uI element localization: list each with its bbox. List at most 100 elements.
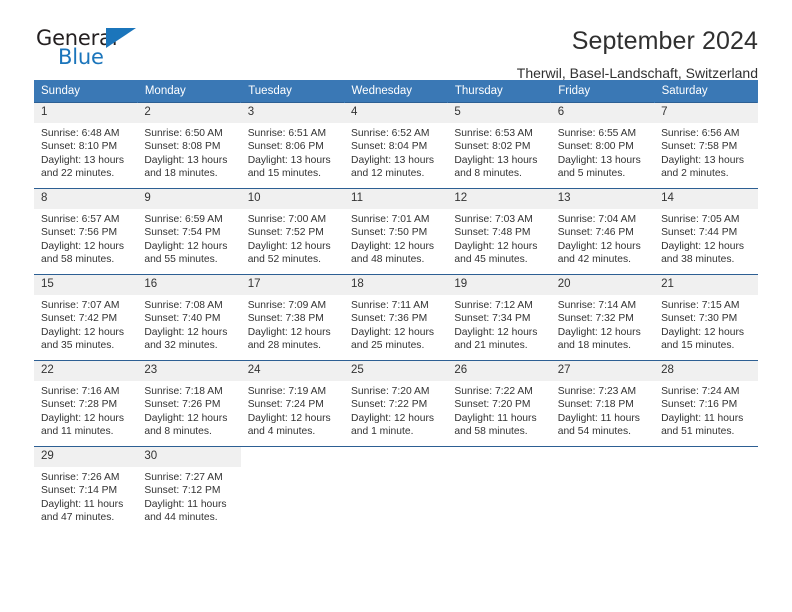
calendar-day-cell[interactable]: 11 Sunrise: 7:01 AM Sunset: 7:50 PM Dayligh… [344, 188, 448, 275]
calendar-day-cell[interactable]: 7 Sunrise: 6:56 AM Sunset: 7:58 PM Daylight… [654, 102, 758, 189]
sunset-text: Sunset: 7:52 PM [247, 227, 324, 239]
sunset-text: Sunset: 7:58 PM [661, 141, 738, 153]
calendar-day-cell-empty [240, 446, 345, 532]
daylight-text: Daylight: 12 hours and 58 minutes. [41, 240, 124, 266]
calendar-day-cell[interactable]: 14 Sunrise: 7:05 AM Sunset: 7:44 PM Dayligh… [654, 188, 758, 275]
calendar-day-cell[interactable]: 12 Sunrise: 7:03 AM Sunset: 7:48 PM Dayligh… [447, 188, 551, 275]
calendar-day-cell[interactable]: 5 Sunrise: 6:53 AM Sunset: 8:02 PM Daylight… [447, 102, 551, 189]
calendar-day-cell[interactable]: 1 Sunrise: 6:48 AM Sunset: 8:10 PM Daylight… [34, 102, 138, 189]
day-number: 4 [344, 103, 448, 123]
calendar-day-cell-empty [654, 446, 758, 532]
calendar-day-cell[interactable]: 18 Sunrise: 7:11 AM Sunset: 7:36 PM Dayligh… [344, 274, 448, 361]
calendar-day-cell[interactable]: 26 Sunrise: 7:22 AM Sunset: 7:20 PM Dayligh… [447, 360, 551, 447]
sunrise-text: Sunrise: 6:50 AM [144, 128, 223, 139]
calendar-day-cell[interactable]: 3 Sunrise: 6:51 AM Sunset: 8:06 PM Daylight… [240, 102, 345, 189]
day-cell-inner: 8 Sunrise: 6:57 AM Sunset: 7:56 PM Daylight… [34, 189, 138, 274]
day-number: 6 [550, 103, 655, 123]
sunset-text: Sunset: 7:38 PM [247, 313, 324, 325]
day-details: Sunrise: 6:53 AM Sunset: 8:02 PM Daylight:… [447, 123, 550, 181]
calendar-day-cell[interactable]: 17 Sunrise: 7:09 AM Sunset: 7:38 PM Dayligh… [240, 274, 345, 361]
calendar-day-cell[interactable]: 4 Sunrise: 6:52 AM Sunset: 8:04 PM Daylight… [344, 102, 448, 189]
day-number [654, 447, 757, 467]
day-cell-inner: 15 Sunrise: 7:07 AM Sunset: 7:42 PM Dayligh… [34, 275, 138, 360]
calendar-day-cell[interactable]: 8 Sunrise: 6:57 AM Sunset: 7:56 PM Daylight… [34, 188, 138, 275]
calendar-day-cell[interactable]: 24 Sunrise: 7:19 AM Sunset: 7:24 PM Dayligh… [240, 360, 345, 447]
sunset-text: Sunset: 8:06 PM [247, 141, 324, 153]
daylight-text: Daylight: 12 hours and 8 minutes. [144, 412, 228, 438]
sunrise-text: Sunrise: 6:48 AM [41, 128, 120, 139]
day-details: Sunrise: 7:07 AM Sunset: 7:42 PM Daylight:… [34, 295, 137, 353]
calendar-day-cell-empty [447, 446, 551, 532]
triangle-icon [106, 28, 136, 48]
day-cell-inner: 2 Sunrise: 6:50 AM Sunset: 8:08 PM Daylight… [137, 103, 241, 188]
calendar-day-cell[interactable]: 19 Sunrise: 7:12 AM Sunset: 7:34 PM Dayligh… [447, 274, 551, 361]
day-details: Sunrise: 7:01 AM Sunset: 7:50 PM Daylight:… [344, 209, 447, 267]
calendar-day-cell[interactable]: 13 Sunrise: 7:04 AM Sunset: 7:46 PM Dayligh… [550, 188, 655, 275]
calendar-day-cell[interactable]: 30 Sunrise: 7:27 AM Sunset: 7:12 PM Dayligh… [137, 446, 241, 532]
sunrise-text: Sunrise: 7:14 AM [557, 300, 637, 311]
sunset-text: Sunset: 7:50 PM [351, 227, 428, 239]
sunset-text: Sunset: 8:02 PM [454, 141, 531, 153]
calendar-day-cell[interactable]: 15 Sunrise: 7:07 AM Sunset: 7:42 PM Dayligh… [34, 274, 138, 361]
sunrise-text: Sunrise: 7:24 AM [661, 386, 740, 397]
day-cell-inner: 1 Sunrise: 6:48 AM Sunset: 8:10 PM Daylight… [34, 103, 138, 188]
day-number: 29 [34, 447, 138, 467]
day-cell-inner: 6 Sunrise: 6:55 AM Sunset: 8:00 PM Daylight… [550, 103, 655, 188]
day-number: 13 [550, 189, 655, 209]
day-cell-inner: 28 Sunrise: 7:24 AM Sunset: 7:16 PM Dayligh… [654, 361, 758, 446]
day-number: 2 [137, 103, 241, 123]
day-details: Sunrise: 6:59 AM Sunset: 7:54 PM Daylight:… [137, 209, 240, 267]
day-number: 20 [550, 275, 655, 295]
calendar-page: General Blue September 2024 Therwil, Bas… [0, 0, 792, 612]
calendar-day-cell[interactable]: 23 Sunrise: 7:18 AM Sunset: 7:26 PM Dayligh… [137, 360, 241, 447]
sunrise-text: Sunrise: 7:11 AM [351, 300, 429, 311]
calendar-day-cell[interactable]: 21 Sunrise: 7:15 AM Sunset: 7:30 PM Dayligh… [654, 274, 758, 361]
daylight-text: Daylight: 12 hours and 38 minutes. [661, 240, 745, 266]
sunset-text: Sunset: 8:04 PM [351, 141, 428, 153]
sunset-text: Sunset: 8:08 PM [144, 141, 221, 153]
sunset-text: Sunset: 7:16 PM [661, 399, 738, 411]
page-title: September 2024 [571, 27, 758, 55]
sunset-text: Sunset: 7:42 PM [41, 313, 118, 325]
calendar-day-cell[interactable]: 2 Sunrise: 6:50 AM Sunset: 8:08 PM Daylight… [137, 102, 241, 189]
sunset-text: Sunset: 7:56 PM [41, 227, 118, 239]
day-cell-inner: 11 Sunrise: 7:01 AM Sunset: 7:50 PM Dayligh… [344, 189, 448, 274]
daylight-text: Daylight: 12 hours and 35 minutes. [41, 326, 124, 352]
brand-logo[interactable]: General Blue [36, 26, 146, 74]
calendar-day-cell[interactable]: 6 Sunrise: 6:55 AM Sunset: 8:00 PM Daylight… [550, 102, 655, 189]
calendar-day-cell[interactable]: 29 Sunrise: 7:26 AM Sunset: 7:14 PM Dayligh… [34, 446, 138, 532]
calendar-day-cell[interactable]: 16 Sunrise: 7:08 AM Sunset: 7:40 PM Dayligh… [137, 274, 241, 361]
daylight-text: Daylight: 12 hours and 32 minutes. [144, 326, 228, 352]
calendar-day-cell[interactable]: 20 Sunrise: 7:14 AM Sunset: 7:32 PM Dayligh… [550, 274, 655, 361]
calendar-day-cell[interactable]: 27 Sunrise: 7:23 AM Sunset: 7:18 PM Dayligh… [550, 360, 655, 447]
day-cell-inner: 12 Sunrise: 7:03 AM Sunset: 7:48 PM Dayligh… [447, 189, 551, 274]
day-number: 22 [34, 361, 138, 381]
sunrise-text: Sunrise: 7:27 AM [144, 472, 223, 483]
day-cell-inner: 30 Sunrise: 7:27 AM Sunset: 7:12 PM Dayligh… [137, 447, 241, 532]
day-cell-inner: 3 Sunrise: 6:51 AM Sunset: 8:06 PM Daylight… [240, 103, 345, 188]
calendar-day-cell[interactable]: 9 Sunrise: 6:59 AM Sunset: 7:54 PM Daylight… [137, 188, 241, 275]
calendar-day-cell[interactable]: 22 Sunrise: 7:16 AM Sunset: 7:28 PM Dayligh… [34, 360, 138, 447]
day-number: 26 [447, 361, 551, 381]
brand-name-blue: Blue [58, 45, 104, 69]
day-number: 19 [447, 275, 551, 295]
sunset-text: Sunset: 7:26 PM [144, 399, 221, 411]
day-number: 3 [240, 103, 345, 123]
calendar-day-cell[interactable]: 10 Sunrise: 7:00 AM Sunset: 7:52 PM Dayligh… [240, 188, 345, 275]
daylight-text: Daylight: 12 hours and 15 minutes. [661, 326, 745, 352]
day-cell-inner: 26 Sunrise: 7:22 AM Sunset: 7:20 PM Dayligh… [447, 361, 551, 446]
calendar-week-row: 1 Sunrise: 6:48 AM Sunset: 8:10 PM Daylight… [34, 102, 758, 189]
day-details: Sunrise: 6:50 AM Sunset: 8:08 PM Daylight:… [137, 123, 240, 181]
day-number: 21 [654, 275, 758, 295]
calendar-day-cell[interactable]: 28 Sunrise: 7:24 AM Sunset: 7:16 PM Dayligh… [654, 360, 758, 447]
calendar-day-cell[interactable]: 25 Sunrise: 7:20 AM Sunset: 7:22 PM Dayligh… [344, 360, 448, 447]
day-cell-inner: 20 Sunrise: 7:14 AM Sunset: 7:32 PM Dayligh… [550, 275, 655, 360]
day-number: 16 [137, 275, 241, 295]
daylight-text: Daylight: 12 hours and 18 minutes. [557, 326, 641, 352]
day-cell-inner: 17 Sunrise: 7:09 AM Sunset: 7:38 PM Dayligh… [240, 275, 345, 360]
day-cell-inner [551, 447, 654, 532]
calendar-grid: Sunday Monday Tuesday Wednesday Thursday Frid… [34, 80, 759, 532]
day-cell-inner [447, 447, 550, 532]
weekday-header-friday: Friday [550, 80, 655, 103]
day-number: 5 [447, 103, 551, 123]
